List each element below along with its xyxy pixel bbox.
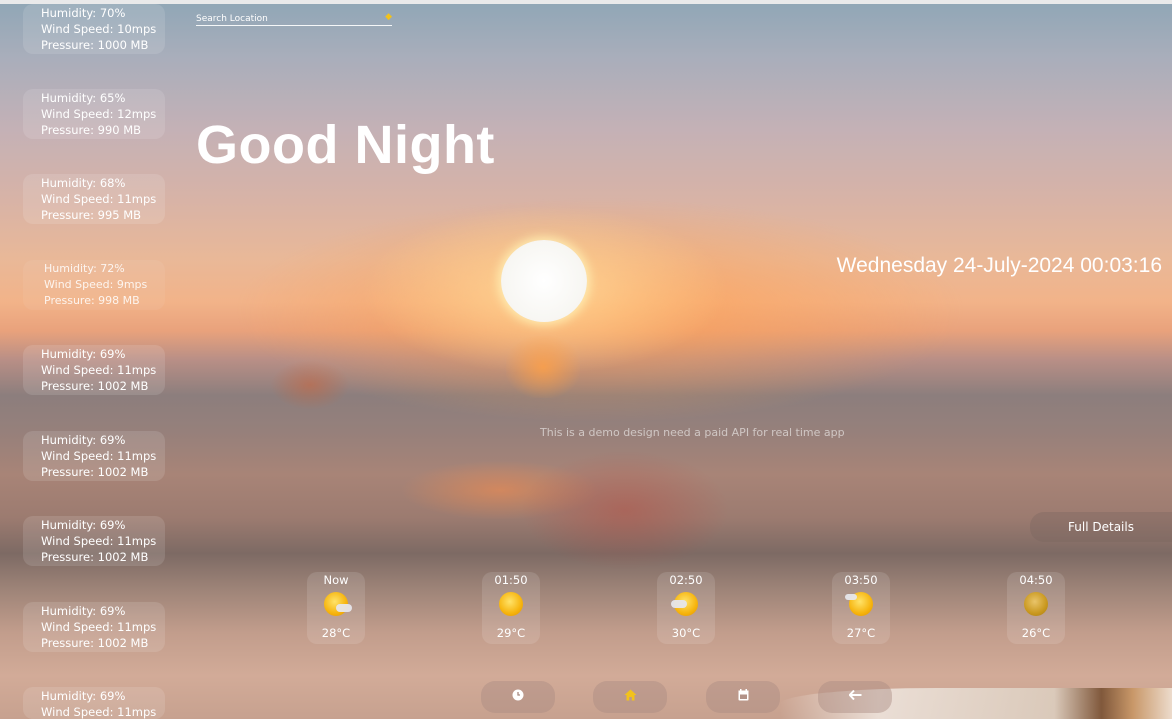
search-input[interactable] — [196, 13, 376, 25]
hourly-forecast-card[interactable]: Now 28°C — [307, 572, 365, 644]
demo-notice: This is a demo design need a paid API fo… — [540, 426, 845, 439]
pressure-text: Pressure: 1002 MB — [41, 550, 149, 564]
hourly-forecast-card[interactable]: 04:50 26°C — [1007, 572, 1065, 644]
bokeh-blob — [520, 450, 730, 570]
weather-info-card: Humidity: 69% Wind Speed: 11mps Pressure… — [23, 431, 165, 481]
search-bar: ◆ — [196, 12, 392, 26]
sun-reflection — [506, 336, 580, 398]
weather-info-card: Humidity: 69% Wind Speed: 11mps Pressure… — [23, 345, 165, 395]
sun-cloud-icon — [671, 592, 698, 616]
wind-speed-text: Wind Speed: 12mps — [41, 107, 157, 121]
wind-speed-text: Wind Speed: 11mps — [41, 192, 157, 206]
bokeh-blob — [270, 360, 350, 410]
humidity-text: Humidity: 70% — [41, 6, 126, 20]
weather-info-card: Humidity: 69% Wind Speed: 11mps Pressure… — [23, 516, 165, 566]
sun-cloud-icon — [845, 592, 873, 616]
search-icon[interactable]: ◆ — [385, 12, 392, 22]
sun-cloud-icon — [324, 592, 352, 616]
forecast-time: 01:50 — [494, 573, 528, 587]
forecast-temp: 26°C — [1021, 626, 1051, 640]
weather-info-card: Humidity: 65% Wind Speed: 12mps Pressure… — [23, 89, 165, 139]
hourly-forecast-card[interactable]: 03:50 27°C — [832, 572, 890, 644]
current-datetime: Wednesday 24-July-2024 00:03:16 — [836, 254, 1162, 277]
home-icon — [593, 689, 667, 704]
weather-info-card: Humidity: 70% Wind Speed: 10mps Pressure… — [23, 4, 165, 54]
humidity-text: Humidity: 68% — [41, 176, 126, 190]
sun-icon — [499, 592, 523, 616]
weather-info-card: Humidity: 68% Wind Speed: 11mps Pressure… — [23, 174, 165, 224]
sun-icon — [501, 240, 587, 322]
wind-speed-text: Wind Speed: 11mps — [41, 534, 157, 548]
top-border — [0, 0, 1172, 4]
wind-speed-text: Wind Speed: 10mps — [41, 22, 157, 36]
humidity-text: Humidity: 72% — [44, 262, 125, 275]
forecast-time: 04:50 — [1019, 573, 1053, 587]
pressure-text: Pressure: 998 MB — [44, 294, 140, 307]
pressure-text: Pressure: 1002 MB — [41, 636, 149, 650]
weather-info-card: Humidity: 72% Wind Speed: 9mps Pressure:… — [23, 260, 165, 310]
weather-info-card: Humidity: 69% Wind Speed: 11mps — [23, 687, 165, 719]
nav-calendar-button[interactable] — [706, 681, 780, 713]
pressure-text: Pressure: 1002 MB — [41, 379, 149, 393]
pressure-text: Pressure: 995 MB — [41, 208, 142, 222]
pressure-text: Pressure: 990 MB — [41, 123, 142, 137]
hourly-forecast-card[interactable]: 01:50 29°C — [482, 572, 540, 644]
wind-speed-text: Wind Speed: 11mps — [41, 620, 157, 634]
nav-clock-button[interactable] — [481, 681, 555, 713]
humidity-text: Humidity: 69% — [41, 689, 126, 703]
forecast-time: 03:50 — [844, 573, 878, 587]
back-arrow-icon — [818, 689, 892, 703]
humidity-text: Humidity: 69% — [41, 347, 126, 361]
nav-back-button[interactable] — [818, 681, 892, 713]
humidity-text: Humidity: 69% — [41, 604, 126, 618]
forecast-temp: 28°C — [321, 626, 351, 640]
sun-icon — [1024, 592, 1048, 616]
forecast-temp: 29°C — [496, 626, 526, 640]
weather-info-card: Humidity: 69% Wind Speed: 11mps Pressure… — [23, 602, 165, 652]
pressure-text: Pressure: 1000 MB — [41, 38, 149, 52]
humidity-text: Humidity: 69% — [41, 433, 126, 447]
forecast-time: 02:50 — [669, 573, 703, 587]
forecast-temp: 30°C — [671, 626, 701, 640]
calendar-icon — [706, 689, 780, 704]
full-details-button[interactable]: Full Details — [1030, 512, 1172, 542]
pressure-text: Pressure: 1002 MB — [41, 465, 149, 479]
hourly-forecast-card[interactable]: 02:50 30°C — [657, 572, 715, 644]
greeting-title: Good Night — [196, 115, 495, 175]
clock-icon — [481, 689, 555, 704]
humidity-text: Humidity: 69% — [41, 518, 126, 532]
forecast-temp: 27°C — [846, 626, 876, 640]
wind-speed-text: Wind Speed: 11mps — [41, 449, 157, 463]
nav-home-button[interactable] — [593, 681, 667, 713]
wind-speed-text: Wind Speed: 11mps — [41, 363, 157, 377]
humidity-text: Humidity: 65% — [41, 91, 126, 105]
wind-speed-text: Wind Speed: 11mps — [41, 705, 157, 719]
forecast-time: Now — [323, 573, 349, 587]
wind-speed-text: Wind Speed: 9mps — [44, 278, 148, 291]
